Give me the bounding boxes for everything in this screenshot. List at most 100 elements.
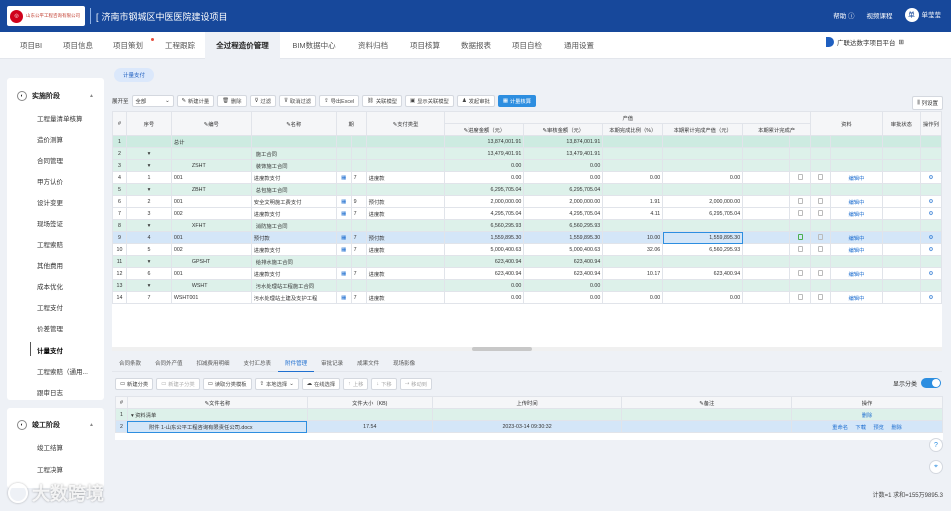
gear-icon[interactable]: ⚙ [929,199,934,205]
video-course-link[interactable]: 视频课程 [867,10,893,20]
sidebar-item[interactable]: 工程支付 [37,302,63,312]
link-model-button[interactable]: ⛓ 关联模型 [362,95,403,107]
table-row[interactable]: 3 ▾ ZSHT 装饰施工合同 0.00 0.00 [112,159,942,172]
settings-cell[interactable] [919,219,942,232]
move-up-button[interactable]: ↑ 上移 [343,378,369,390]
tab-bim-data[interactable]: BIM数据中心 [285,32,343,59]
tab-project-bi[interactable]: 项目BI [10,32,52,59]
output-cell[interactable]: 1,559,895.30 [662,231,744,244]
sidebar-item[interactable]: 甲方认价 [37,176,63,186]
gear-icon[interactable]: ⚙ [929,211,934,217]
approval-status-cell[interactable] [830,147,883,160]
approval-status-cell[interactable] [830,135,883,148]
tab-project-plan[interactable]: 项目策划 [106,32,154,59]
settings-cell[interactable]: ⚙ [919,267,942,280]
sidebar-item[interactable]: 工程索赔（通用... [37,366,88,376]
output-cell[interactable] [662,135,744,148]
help-fab-icon[interactable]: ? [929,438,943,452]
col-header-code[interactable]: ✎编号 [170,111,252,136]
gear-icon[interactable]: ⚙ [929,175,934,181]
tab-accounting[interactable]: 项目核算 [403,32,447,59]
document-icon[interactable] [818,246,824,253]
settings-cell[interactable] [919,183,942,196]
output-cell[interactable]: 2,000,000.00 [662,195,744,208]
tab-attachments[interactable]: 附件管理 [278,356,315,372]
file-row[interactable]: 2 附件 1-山东公平工程咨询有限责任公司.docx 17.54 2023-03… [115,420,943,433]
tab-project-info[interactable]: 项目信息 [56,32,100,59]
approval-status-cell[interactable]: 编辑中 [830,291,883,304]
measure-calc-button[interactable]: ▦ 计量核算 [497,95,537,107]
table-row[interactable]: 8 ▾ XFHT 消防施工合同 6,560,295.93 6,560,295.93 [112,219,942,232]
tab-data-report[interactable]: 数据报表 [454,32,498,59]
settings-cell[interactable] [919,135,942,148]
tab-cost-management[interactable]: 全过程造价管理 [205,32,280,59]
export-excel-button[interactable]: ⇪ 导出Excel [319,95,360,107]
document-icon[interactable] [797,198,803,205]
output-cell[interactable]: 0.00 [662,171,744,184]
output-cell[interactable] [662,279,744,292]
gear-icon[interactable]: ⚙ [929,271,934,277]
approval-status-cell[interactable]: 编辑中 [830,267,883,280]
output-cell[interactable]: 623,400.94 [662,267,744,280]
horizontal-scrollbar[interactable] [112,347,942,351]
settings-cell[interactable]: ⚙ [919,291,942,304]
tab-site-images[interactable]: 现场影像 [386,356,422,372]
output-cell[interactable] [662,183,744,196]
table-row[interactable]: 10 5 002 进度款支付 ▦ 7 进度款 5,000,400.63 5,000,400.63… [112,243,942,256]
seq-cell[interactable]: ▾ [125,279,172,292]
tab-general-settings[interactable]: 通用设置 [557,32,601,59]
document-icon[interactable] [797,270,803,277]
col-header-file-name[interactable]: ✎文件名称 [126,396,308,409]
sidebar-item[interactable]: 合同管理 [37,155,63,165]
gear-icon[interactable]: ⚙ [929,235,934,241]
col-header-pay-type[interactable]: ✎支付类型 [365,111,446,136]
download-link[interactable]: 下载 [855,425,866,431]
document-icon[interactable] [797,210,803,217]
settings-cell[interactable] [919,255,942,268]
table-row[interactable]: 13 ▾ WSHT 污水处理站工程施工合同 0.00 0.00 [112,279,942,292]
col-header-seq[interactable]: 序号 [125,111,172,136]
tab-extra-output[interactable]: 合同外产值 [148,356,190,372]
page-tab[interactable]: 计量支付 [114,68,154,82]
approval-status-cell[interactable]: 编辑中 [830,171,883,184]
online-select-button[interactable]: ☁ 在线选择 [301,378,341,390]
settings-cell[interactable] [919,159,942,172]
gear-icon[interactable]: ⚙ [929,247,934,253]
help-link[interactable]: 帮助 ⓘ [833,10,854,20]
col-header-note[interactable]: ✎备注 [621,396,793,409]
output-cell[interactable]: 6,560,295.93 [662,243,744,256]
sidebar-item[interactable]: 价差管理 [37,323,63,333]
sidebar-item[interactable]: 工程量清单核算 [37,113,83,123]
table-row[interactable]: 11 ▾ GPSHT 给排水施工合同 623,400.94 623,400.94 [112,255,942,268]
document-icon[interactable] [797,174,803,181]
table-row[interactable]: 5 ▾ ZBHT 总包施工合同 6,295,705.04 6,295,705.04 [112,183,942,196]
new-subcategory-button[interactable]: ▭ 新建子分类 [156,378,200,390]
document-icon[interactable] [818,270,824,277]
sidebar-group-implementation[interactable]: ◐ 实施阶段 ▲ [7,87,104,105]
settings-cell[interactable] [919,147,942,160]
output-cell[interactable]: 0.00 [662,291,744,304]
file-row[interactable]: 1 ▾ 资料清单 删除 [115,408,943,421]
table-row[interactable]: 9 4 001 预付款 ▦ 7 预付款 1,559,895.30 1,559,895.30 10.… [112,231,942,244]
document-icon[interactable] [818,234,824,241]
tab-engineering-tracking[interactable]: 工程跟踪 [158,32,202,59]
sidebar-item[interactable]: 设计变更 [37,197,63,207]
move-down-button[interactable]: ↓ 下移 [371,378,397,390]
sidebar-item[interactable]: 工程索赔 [37,239,63,249]
settings-cell[interactable]: ⚙ [919,243,942,256]
file-category[interactable]: ▾ 资料清单 [126,408,308,421]
tab-self-check[interactable]: 项目自检 [505,32,549,59]
col-header-name[interactable]: ✎名称 [250,111,337,136]
settings-cell[interactable]: ⚙ [919,231,942,244]
approval-status-cell[interactable]: 编辑中 [830,243,883,256]
move-to-button[interactable]: ⇢ 移动到 [399,378,433,390]
project-title[interactable]: [济南市钢城区中医医院建设项目 [96,10,228,23]
new-category-button[interactable]: ▭ 新建分类 [115,378,154,390]
sidebar-item[interactable]: 现场签证 [37,218,63,228]
calculator-icon[interactable]: ▦ [341,211,346,217]
table-row[interactable]: 6 2 001 安全文明施工费支付 ▦ 9 预付款 2,000,000.00 2,000,000… [112,195,942,208]
platform-link[interactable]: 广联达数字项目平台 ⊞ [826,37,904,47]
expand-select[interactable]: 全部 ⌄ [131,95,174,107]
show-linked-model-button[interactable]: ▣ 显示关联模型 [405,95,454,107]
note-cell[interactable] [621,420,793,433]
